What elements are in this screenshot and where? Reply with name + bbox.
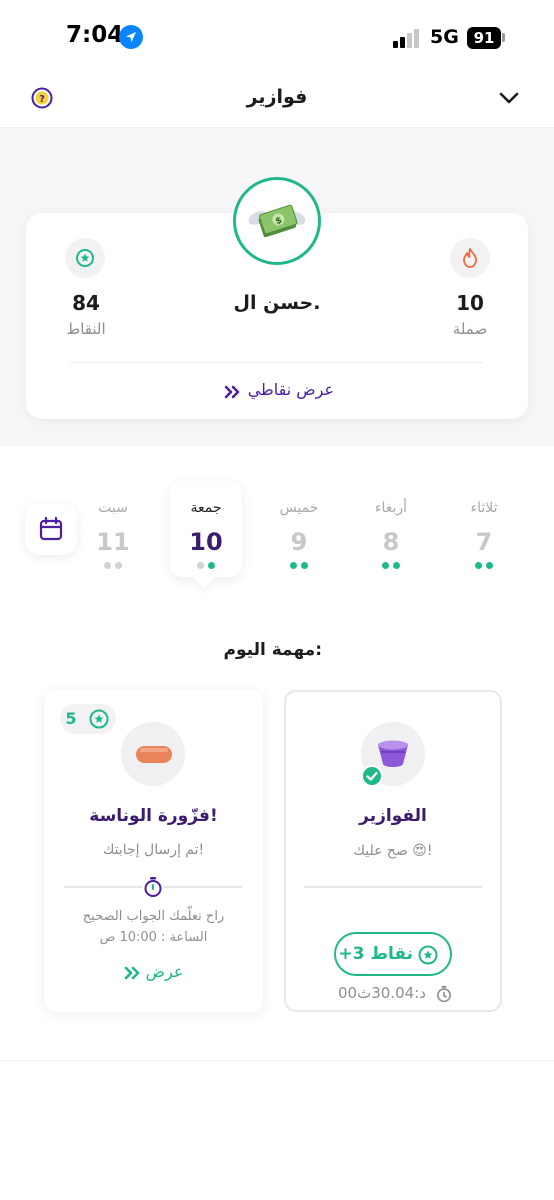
points-earned-pill: +3 نقاط [334, 932, 452, 976]
star-badge-icon [89, 709, 109, 729]
day-item-sat[interactable]: سبت 11 [78, 500, 148, 570]
user-name: حسن ال. [233, 292, 321, 314]
star-badge-icon [418, 945, 438, 965]
day-number: 7 [475, 528, 493, 556]
status-bar: 7:04 5G 91 [0, 0, 554, 72]
reward-value: 5 [65, 709, 77, 728]
day-name: سبت [98, 500, 128, 516]
riddle-image [121, 722, 185, 786]
timer-icon [436, 985, 451, 1002]
flame-icon [450, 238, 490, 278]
double-chevron-icon [224, 385, 240, 399]
countdown-value: 00د:30.04ث [338, 984, 426, 1002]
status-dot [290, 562, 297, 569]
battery-tip [502, 33, 505, 42]
fawazeer-title: الفوازير [359, 806, 427, 826]
calendar-icon [39, 516, 63, 541]
double-chevron-icon [124, 966, 139, 979]
day-number: 11 [96, 528, 130, 556]
status-dot [475, 562, 482, 569]
calendar-button[interactable] [25, 503, 77, 555]
day-number: 9 [290, 528, 308, 556]
riddle-reveal-text: راح نعلّمك الجواب الصحيح الساعة : 10:00 … [44, 906, 263, 948]
fawazeer-subtitle: صح عليك 😍! [353, 843, 433, 859]
day-name: خميس [279, 500, 319, 516]
view-points-link[interactable]: عرض نقاطي [200, 380, 354, 404]
reveal-line-1: راح نعلّمك الجواب الصحيح [82, 909, 225, 924]
check-icon [361, 765, 383, 787]
points-earned-label: +3 نقاط [338, 944, 413, 964]
day-item-tue[interactable]: ثلاثاء 7 [449, 500, 519, 570]
status-dot [393, 562, 400, 569]
countdown: 00د:30.04ث [338, 984, 453, 1003]
view-points-label: عرض نقاطي [247, 380, 334, 399]
network-type: 5G [430, 26, 459, 48]
money-icon: $ [248, 204, 306, 238]
status-dot [104, 562, 111, 569]
day-number: 8 [382, 528, 400, 556]
day-item-fri[interactable]: جمعة 10 [171, 500, 241, 570]
card-divider [70, 362, 484, 363]
day-item-thu[interactable]: خميس 9 [264, 500, 334, 570]
status-dot [486, 562, 493, 569]
page-title: فوازير [246, 86, 308, 108]
fawazeer-task-card[interactable]: الفوازير صح عليك 😍! +3 نقاط 00د:30.04ث [284, 690, 502, 1012]
status-dot [115, 562, 122, 569]
signal-icon [393, 28, 423, 48]
battery-icon: 91 [467, 27, 501, 49]
streak-label: صملة [452, 320, 488, 338]
status-time: 7:04 [66, 22, 124, 48]
status-dot [197, 562, 204, 569]
status-dot [208, 562, 215, 569]
riddle-task-card[interactable]: 5 فزّورة الوناسة! تم إرسال إجابتك! راح ن… [44, 690, 263, 1012]
riddle-subtitle: تم إرسال إجابتك! [102, 842, 205, 858]
top-header: ? فوازير [0, 72, 554, 128]
status-dot [301, 562, 308, 569]
reward-badge: 5 [60, 704, 116, 734]
avatar: $ [233, 177, 321, 265]
reveal-line-2: الساعة : 10:00 ص [99, 930, 208, 945]
riddle-title: فزّورة الوناسة! [89, 806, 218, 826]
fawazeer-progress-line [304, 886, 482, 888]
location-arrow-icon [119, 25, 143, 49]
points-label: النقاط [66, 320, 106, 338]
daily-task-title: مهمة اليوم: [223, 640, 322, 660]
day-item-wed[interactable]: أربعاء 8 [356, 500, 426, 570]
day-name: جمعة [190, 500, 222, 516]
bottom-separator [0, 1060, 554, 1061]
stopwatch-icon [142, 876, 164, 898]
points-value: 84 [72, 291, 100, 315]
status-dot [382, 562, 389, 569]
points-star-icon [65, 238, 105, 278]
streak-value: 10 [456, 291, 484, 315]
riddle-view-label: عرض [145, 962, 184, 981]
day-name: ثلاثاء [470, 500, 498, 516]
chevron-down-icon[interactable] [497, 86, 521, 110]
day-number: 10 [189, 528, 223, 556]
day-name: أربعاء [374, 500, 408, 516]
riddle-view-link[interactable]: عرض [44, 962, 263, 981]
